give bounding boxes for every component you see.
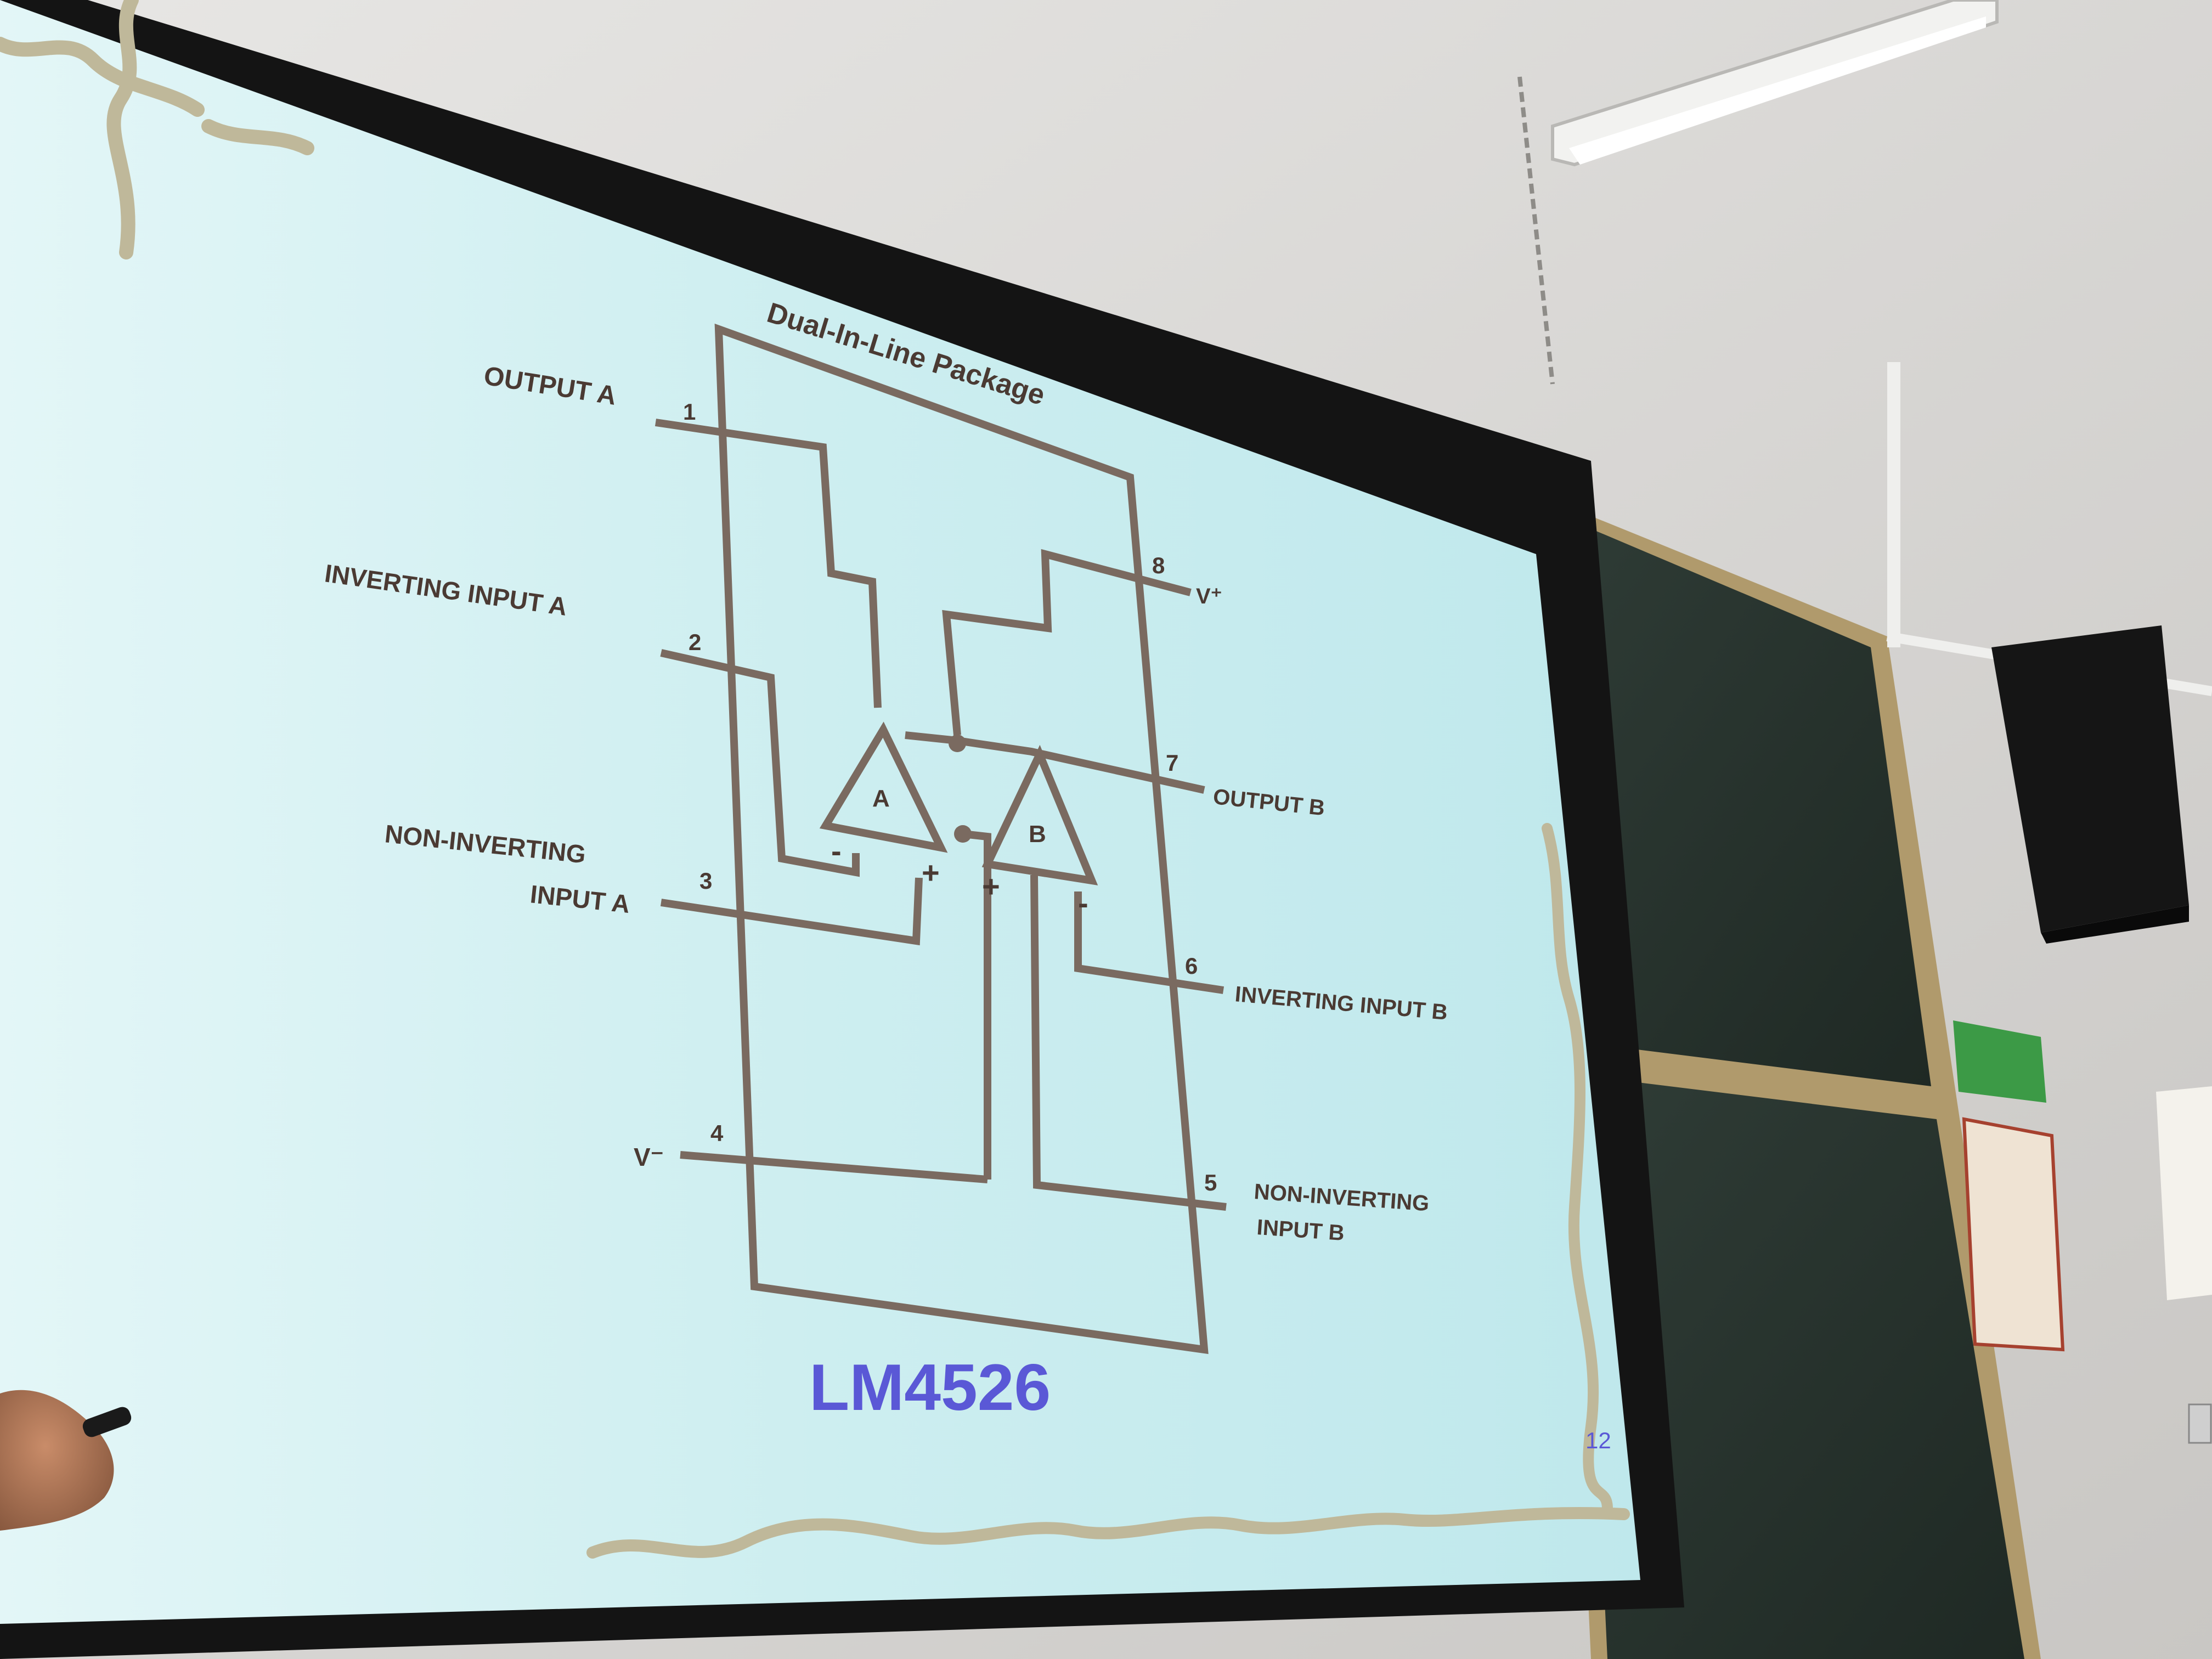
opamp-b-plus: + (982, 869, 1000, 904)
opamp-a-label: A (872, 785, 890, 812)
part-number: LM4526 (809, 1351, 1051, 1424)
pin-number-2: 2 (689, 629, 701, 655)
opamp-b-label: B (1029, 821, 1046, 848)
opamp-a-minus: - (831, 833, 842, 868)
opamp-a-plus: + (922, 855, 940, 890)
pin-number-5: 5 (1204, 1170, 1217, 1195)
pin-number-6: 6 (1185, 953, 1198, 979)
wall-pipe (1887, 362, 1900, 647)
pin-number-1: 1 (683, 399, 696, 425)
junction-dot (954, 825, 972, 843)
slide-page-number: 12 (1585, 1427, 1611, 1453)
junction-dot (949, 735, 966, 752)
pin-number-8: 8 (1152, 552, 1165, 578)
classroom-scene: A B - + + - Dual-In-Line Package 1 2 3 4… (0, 0, 2212, 1659)
pin-label-v-plus: V⁺ (1196, 584, 1222, 608)
pin-number-7: 7 (1166, 750, 1178, 776)
pin-number-4: 4 (710, 1120, 724, 1146)
pin-number-3: 3 (699, 868, 712, 894)
opamp-b-minus: - (1078, 885, 1088, 920)
pin-label-v-minus: V⁻ (634, 1143, 664, 1171)
